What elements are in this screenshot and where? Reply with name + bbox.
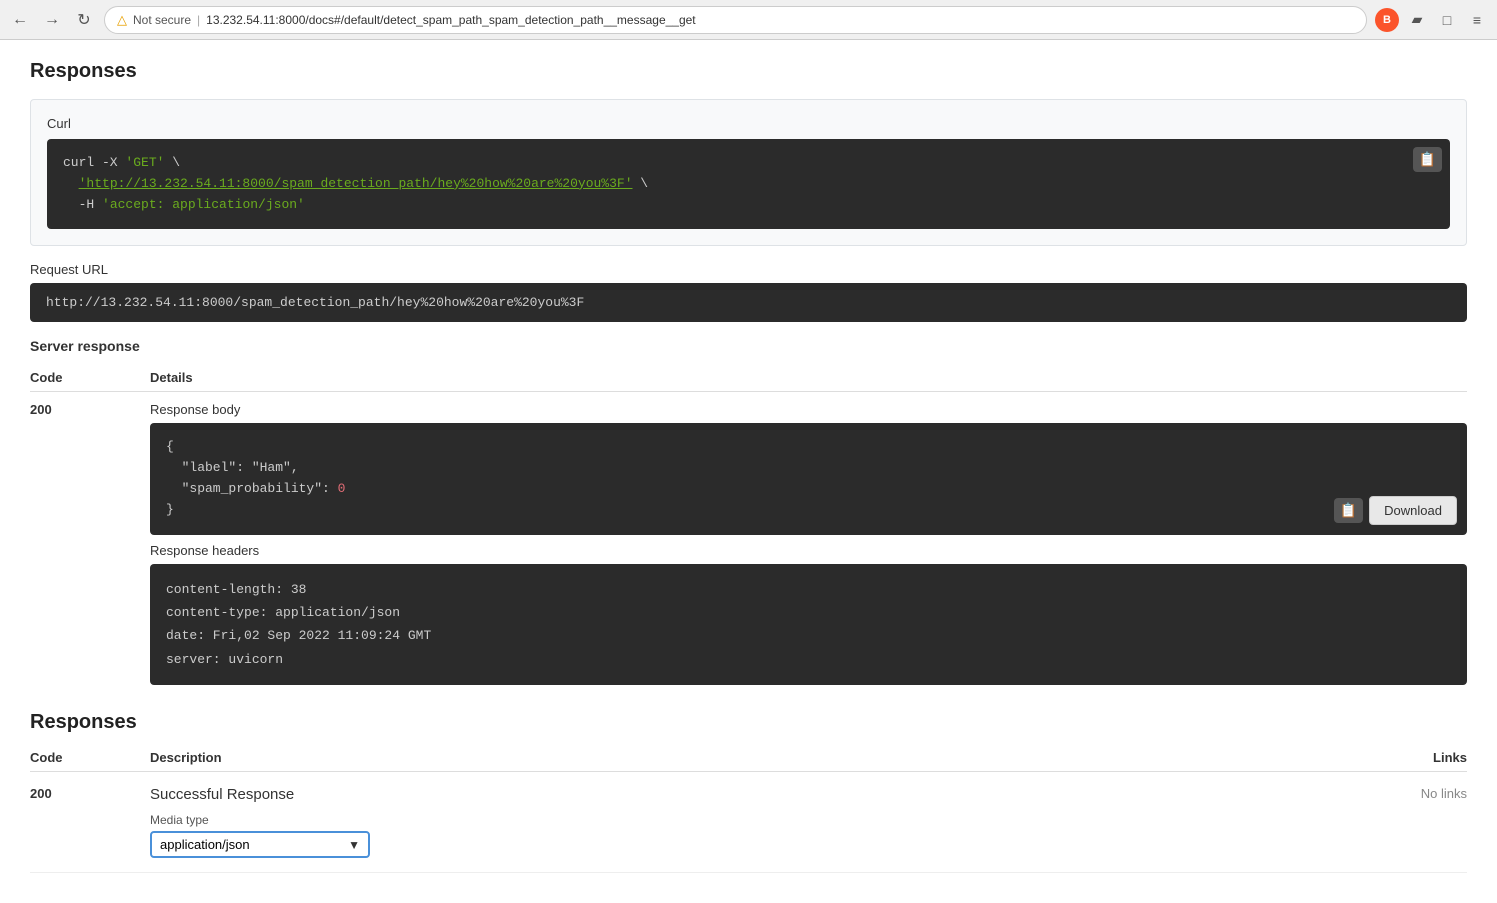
curl-line2: 'http://13.232.54.11:8000/spam_detection… xyxy=(63,176,648,191)
profile-button[interactable]: □ xyxy=(1435,8,1459,32)
bottom-table-row: 200 Successful Response Media type appli… xyxy=(30,772,1467,873)
header-line4: server: uvicorn xyxy=(166,652,283,667)
back-button[interactable]: ← xyxy=(8,8,32,32)
header-line3: date: Fri,02 Sep 2022 11:09:24 GMT xyxy=(166,628,431,643)
forward-button[interactable]: → xyxy=(40,8,64,32)
request-url-value: http://13.232.54.11:8000/spam_detection_… xyxy=(30,283,1467,322)
details-header: Details xyxy=(150,364,1467,392)
response-body-copy-button[interactable]: 📋 xyxy=(1334,498,1363,523)
brave-icon: B xyxy=(1375,8,1399,32)
request-url-label: Request URL xyxy=(30,262,1467,277)
media-type-select[interactable]: application/json xyxy=(160,837,348,852)
separator: | xyxy=(197,13,200,27)
warning-icon: △ xyxy=(117,12,127,28)
media-type-label: Media type xyxy=(150,813,1238,827)
not-secure-label: Not secure xyxy=(133,13,191,27)
bottom-links-value: No links xyxy=(1238,772,1467,873)
rb-line4: } xyxy=(166,502,174,517)
menu-button[interactable]: ≡ xyxy=(1465,8,1489,32)
server-response-section: Server response Code Details 200 Respons… xyxy=(30,338,1467,695)
bottom-responses-title: Responses xyxy=(30,711,1467,734)
code-value: 200 xyxy=(30,392,150,695)
bottom-code-value: 200 xyxy=(30,772,150,873)
curl-section: Curl curl -X 'GET' \ 'http://13.232.54.1… xyxy=(30,99,1467,246)
header-line2: content-type: application/json xyxy=(166,605,400,620)
browser-actions: B ▰ □ ≡ xyxy=(1375,8,1489,32)
curl-label: Curl xyxy=(47,116,1450,131)
rb-line1: { xyxy=(166,439,174,454)
download-button[interactable]: Download xyxy=(1369,496,1457,525)
bottom-code-header: Code xyxy=(30,744,150,772)
response-body-label: Response body xyxy=(150,402,1467,417)
response-headers-block: content-length: 38 content-type: applica… xyxy=(150,564,1467,686)
response-table: Code Details 200 Response body { "label"… xyxy=(30,364,1467,695)
bottom-desc-cell: Successful Response Media type applicati… xyxy=(150,772,1238,873)
media-type-select-wrapper[interactable]: application/json ▼ xyxy=(150,831,370,858)
curl-line1: curl -X 'GET' \ xyxy=(63,155,180,170)
rb-line3: "spam_probability": 0 xyxy=(166,481,345,496)
request-url-section: Request URL http://13.232.54.11:8000/spa… xyxy=(30,262,1467,322)
header-line1: content-length: 38 xyxy=(166,582,306,597)
curl-code-block: curl -X 'GET' \ 'http://13.232.54.11:800… xyxy=(47,139,1450,229)
select-arrow-icon: ▼ xyxy=(348,838,360,852)
response-headers-label: Response headers xyxy=(150,543,1467,558)
rb-line2: "label": "Ham", xyxy=(166,460,299,475)
server-response-title: Server response xyxy=(30,338,1467,354)
bottom-desc-header: Description xyxy=(150,744,1238,772)
curl-copy-button[interactable]: 📋 xyxy=(1413,147,1442,172)
table-row: 200 Response body { "label": "Ham", "spa… xyxy=(30,392,1467,695)
browser-chrome: ← → ↻ △ Not secure | 13.232.54.11:8000/d… xyxy=(0,0,1497,40)
code-header: Code xyxy=(30,364,150,392)
page-content: Responses Curl curl -X 'GET' \ 'http://1… xyxy=(0,40,1497,903)
bottom-responses-section: Responses Code Description Links 200 Suc… xyxy=(30,711,1467,873)
details-cell: Response body { "label": "Ham", "spam_pr… xyxy=(150,392,1467,695)
curl-line3: -H 'accept: application/json' xyxy=(63,197,305,212)
response-body-block: { "label": "Ham", "spam_probability": 0 … xyxy=(150,423,1467,534)
download-area: 📋 Download xyxy=(1334,496,1457,525)
bottom-links-header: Links xyxy=(1238,744,1467,772)
bottom-table: Code Description Links 200 Successful Re… xyxy=(30,744,1467,873)
url-display: 13.232.54.11:8000/docs#/default/detect_s… xyxy=(206,13,696,27)
address-bar[interactable]: △ Not secure | 13.232.54.11:8000/docs#/d… xyxy=(104,6,1367,34)
successful-response-label: Successful Response xyxy=(150,786,1238,803)
extensions-button[interactable]: ▰ xyxy=(1405,8,1429,32)
reload-button[interactable]: ↻ xyxy=(72,8,96,32)
responses-title: Responses xyxy=(30,60,1467,83)
